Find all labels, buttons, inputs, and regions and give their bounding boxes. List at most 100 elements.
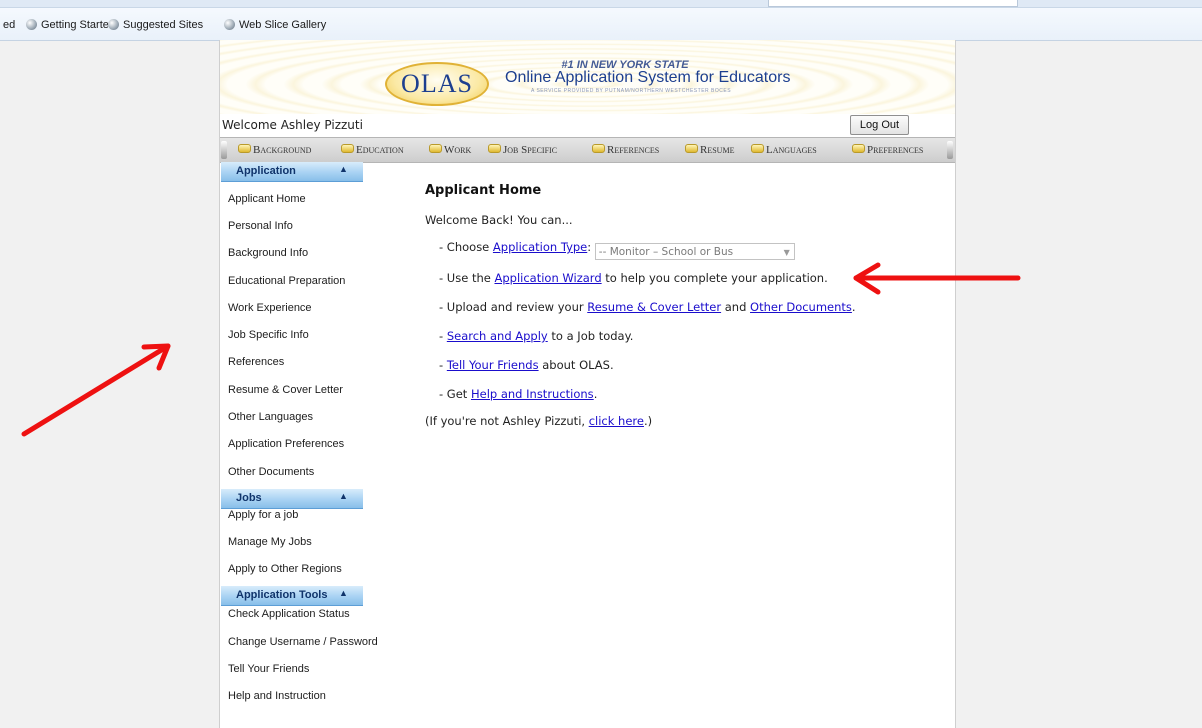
line-text: - Use the xyxy=(439,271,495,285)
search-and-apply-link[interactable]: Search and Apply xyxy=(447,329,548,343)
tell-your-friends-link[interactable]: Tell Your Friends xyxy=(447,358,539,372)
tab-references[interactable]: References xyxy=(592,143,659,157)
globe-icon xyxy=(224,19,235,30)
olas-logo[interactable]: OLAS xyxy=(385,62,489,106)
tab-preferences[interactable]: Preferences xyxy=(852,143,923,157)
favorites-item-label: Suggested Sites xyxy=(123,19,204,31)
line-text: - Upload and review your xyxy=(439,300,588,314)
tab-work[interactable]: Work xyxy=(429,143,471,157)
sidebar-item-references[interactable]: References xyxy=(228,356,284,368)
line-text: (If you're not Ashley Pizzuti, xyxy=(425,414,589,428)
application-type-select[interactable]: -- Monitor – School or Bus ▼ xyxy=(594,243,795,261)
click-here-link[interactable]: click here xyxy=(589,414,644,428)
tab-bullet-icon xyxy=(592,144,605,153)
browser-search-box[interactable] xyxy=(768,0,1018,7)
line-text: : xyxy=(587,240,592,254)
favorites-item-truncated[interactable]: ed xyxy=(3,16,15,34)
other-documents-link[interactable]: Other Documents xyxy=(750,300,852,314)
tab-education[interactable]: Education xyxy=(341,143,404,157)
tab-background[interactable]: Background xyxy=(238,143,311,157)
sidebar-item-applicant-home[interactable]: Applicant Home xyxy=(228,193,306,205)
line-text: . xyxy=(851,300,856,314)
tab-label: Background xyxy=(253,144,312,156)
line-text: . xyxy=(593,387,598,401)
globe-icon xyxy=(26,19,37,30)
tab-bullet-icon xyxy=(488,144,501,153)
sidebar-section-application-tools[interactable]: Application Tools ▲ xyxy=(221,586,363,606)
tell-friends-line: - Tell Your Friends about OLAS. xyxy=(439,358,614,372)
sidebar-section-title: Jobs xyxy=(236,492,262,504)
tab-bullet-icon xyxy=(685,144,698,153)
sidebar-item-other-documents[interactable]: Other Documents xyxy=(228,466,314,478)
sidebar-item-other-languages[interactable]: Other Languages xyxy=(228,411,313,423)
banner-tagline-main: Online Application System for Educators xyxy=(505,69,791,86)
sidebar-item-resume-cover-letter[interactable]: Resume & Cover Letter xyxy=(228,384,343,396)
favorites-item-suggested-sites[interactable]: Suggested Sites xyxy=(108,16,203,34)
line-text: and xyxy=(721,300,751,314)
sidebar-item-check-application-status[interactable]: Check Application Status xyxy=(228,608,350,620)
collapse-caret-icon[interactable]: ▲ xyxy=(339,491,348,501)
tab-bullet-icon xyxy=(852,144,865,153)
globe-icon xyxy=(108,19,119,30)
upload-documents-line: - Upload and review your Resume & Cover … xyxy=(439,300,856,314)
favorites-bar: ed Getting Started Suggested Sites Web S… xyxy=(0,0,1202,41)
line-text: about OLAS. xyxy=(538,358,614,372)
choose-application-type-line: - Choose Application Type: -- Monitor – … xyxy=(439,240,795,260)
intro-text: Welcome Back! You can... xyxy=(425,213,573,227)
sidebar-item-tell-your-friends[interactable]: Tell Your Friends xyxy=(228,663,309,675)
sidebar-item-apply-for-a-job[interactable]: Apply for a job xyxy=(228,509,298,521)
olas-banner: OLAS #1 IN NEW YORK STATE Online Applica… xyxy=(220,40,955,114)
favorites-item-label: Getting Started xyxy=(41,19,115,31)
tab-languages[interactable]: Languages xyxy=(751,143,817,157)
application-wizard-link[interactable]: Application Wizard xyxy=(494,271,601,285)
tab-label: Job Specific xyxy=(503,144,558,156)
tab-resume[interactable]: Resume xyxy=(685,143,734,157)
tab-job-specific[interactable]: Job Specific xyxy=(488,143,557,157)
favorites-item-getting-started[interactable]: Getting Started xyxy=(26,16,115,34)
dropdown-arrow-icon[interactable]: ▼ xyxy=(784,244,790,261)
annotation-arrow-wizard-icon xyxy=(853,262,1021,295)
sidebar-item-educational-preparation[interactable]: Educational Preparation xyxy=(228,275,345,287)
tab-label: References xyxy=(607,144,660,156)
tab-bullet-icon xyxy=(429,144,442,153)
welcome-text: Welcome Ashley Pizzuti xyxy=(222,118,363,132)
help-and-instructions-link[interactable]: Help and Instructions xyxy=(471,387,594,401)
tab-label: Work xyxy=(444,144,472,156)
sidebar-section-title: Application xyxy=(236,165,296,177)
resume-cover-letter-link[interactable]: Resume & Cover Letter xyxy=(587,300,721,314)
sidebar-section-title: Application Tools xyxy=(236,589,328,601)
logout-button[interactable]: Log Out xyxy=(850,115,909,135)
line-text: to a Job today. xyxy=(547,329,634,343)
sidebar-section-application[interactable]: Application ▲ xyxy=(221,162,363,182)
not-you-line: (If you're not Ashley Pizzuti, click her… xyxy=(425,414,652,428)
sidebar-item-help-and-instruction[interactable]: Help and Instruction xyxy=(228,690,326,702)
sidebar-item-apply-to-other-regions[interactable]: Apply to Other Regions xyxy=(228,563,342,575)
annotation-arrow-sidebar-icon xyxy=(21,343,171,437)
sidebar-item-change-username-password[interactable]: Change Username / Password xyxy=(228,636,378,648)
tab-label: Languages xyxy=(766,144,817,156)
tab-label: Education xyxy=(356,144,404,156)
sidebar-section-jobs[interactable]: Jobs ▲ xyxy=(221,489,363,509)
select-value: -- Monitor – School or Bus xyxy=(598,246,734,258)
tab-bullet-icon xyxy=(751,144,764,153)
collapse-caret-icon[interactable]: ▲ xyxy=(339,164,348,174)
sidebar-item-work-experience[interactable]: Work Experience xyxy=(228,302,312,314)
line-text: .) xyxy=(643,414,653,428)
section-tab-bar: Background Education Work Job Specific R… xyxy=(220,137,955,163)
application-wizard-line: - Use the Application Wizard to help you… xyxy=(439,271,828,285)
sidebar-item-personal-info[interactable]: Personal Info xyxy=(228,220,293,232)
line-text: - xyxy=(439,329,447,343)
tab-label: Preferences xyxy=(867,144,924,156)
sidebar-item-background-info[interactable]: Background Info xyxy=(228,247,308,259)
tab-bar-right-cap xyxy=(947,141,953,159)
tab-label: Resume xyxy=(700,144,735,156)
sidebar-item-job-specific-info[interactable]: Job Specific Info xyxy=(228,329,309,341)
favorites-item-web-slice-gallery[interactable]: Web Slice Gallery xyxy=(224,16,326,34)
application-type-link[interactable]: Application Type xyxy=(493,240,587,254)
collapse-caret-icon[interactable]: ▲ xyxy=(339,588,348,598)
favorites-item-label: Web Slice Gallery xyxy=(239,19,327,31)
sidebar-item-application-preferences[interactable]: Application Preferences xyxy=(228,438,344,450)
tab-bullet-icon xyxy=(341,144,354,153)
tab-bar-left-cap xyxy=(221,141,227,159)
sidebar-item-manage-my-jobs[interactable]: Manage My Jobs xyxy=(228,536,312,548)
